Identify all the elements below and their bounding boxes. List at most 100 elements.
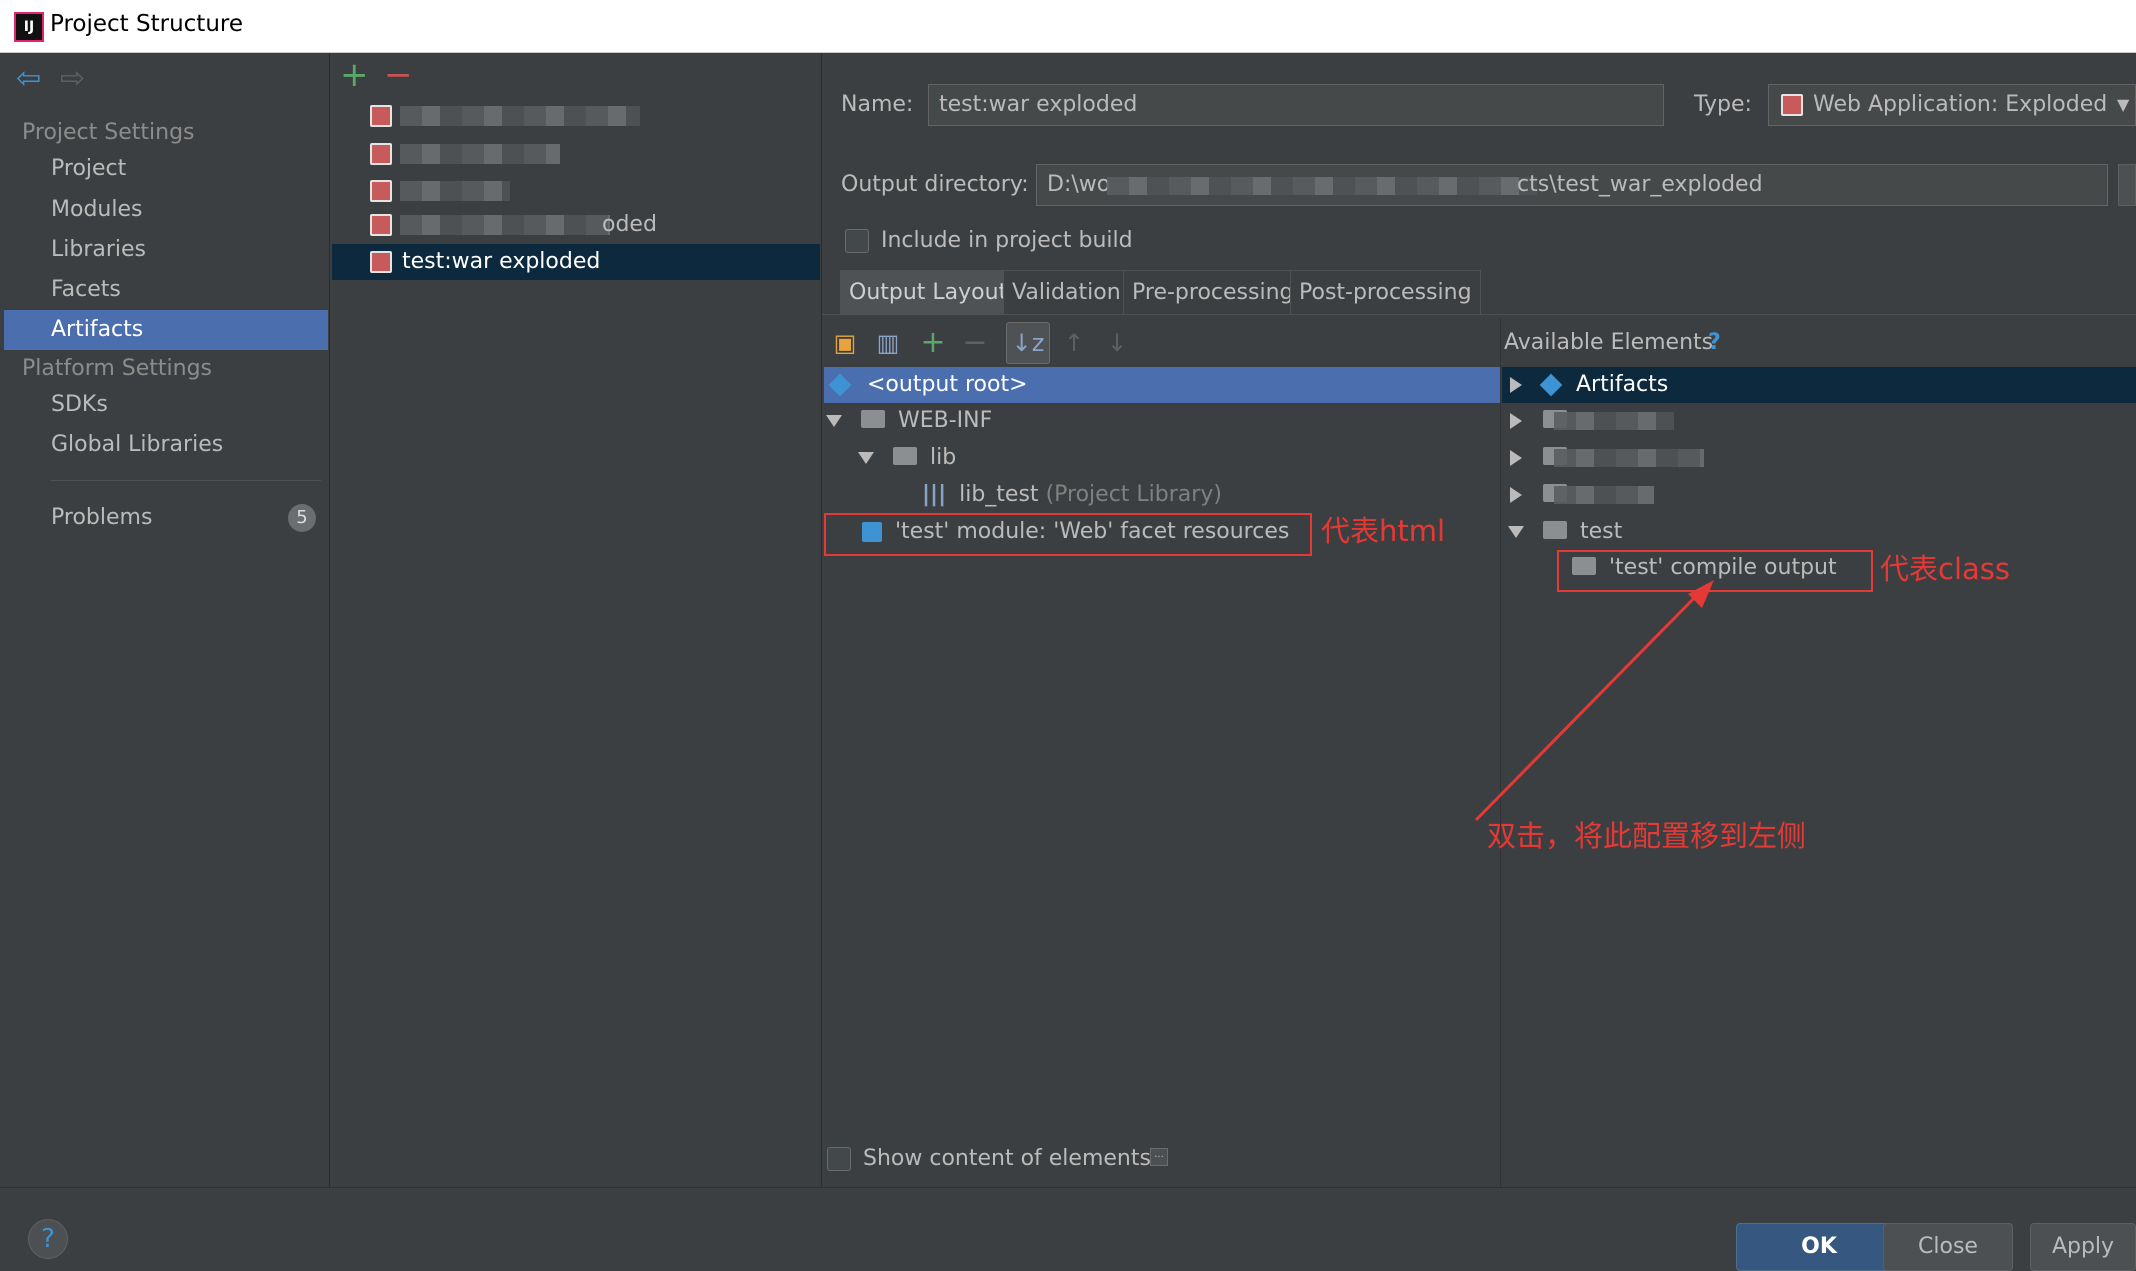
highlight-box-facet — [824, 513, 1312, 556]
expand-arrow-icon[interactable] — [826, 415, 842, 427]
artifact-name: test:war exploded — [402, 249, 601, 274]
nav-item-problems[interactable]: Problems — [0, 498, 328, 538]
intellij-app-icon: IJ — [14, 12, 44, 42]
library-icon: ||| — [922, 482, 947, 507]
annotation-class: 代表class — [1880, 552, 2010, 586]
tree-available-test[interactable]: test — [1508, 514, 1808, 550]
expand-arrow-icon[interactable] — [1510, 450, 1522, 466]
redacted-module-name — [1554, 449, 1704, 467]
redacted-artifact-name — [400, 215, 610, 235]
redacted-artifact-name — [400, 144, 560, 164]
redacted-artifact-name — [400, 181, 510, 201]
available-elements-header: Available Elements — [1504, 330, 1714, 355]
browse-directory-button[interactable] — [2118, 164, 2136, 206]
nav-item-project[interactable]: Project — [0, 149, 328, 189]
show-content-options-button[interactable]: ... — [1150, 1148, 1168, 1166]
project-settings-header: Project Settings — [22, 120, 195, 145]
redacted-artifact-name — [400, 106, 640, 126]
output-directory-input[interactable]: D:\wo cts\test_war_exploded — [1036, 164, 2108, 206]
artifact-item[interactable]: oded — [332, 207, 820, 243]
nav-item-modules[interactable]: Modules — [0, 190, 328, 230]
help-icon[interactable]: ? — [1708, 330, 1721, 355]
include-in-build-checkbox[interactable] — [845, 229, 869, 253]
artifact-icon — [370, 143, 392, 165]
tree-web-inf[interactable]: WEB-INF — [826, 403, 1501, 439]
web-app-icon — [1781, 94, 1803, 116]
name-input[interactable]: test:war exploded — [928, 84, 1664, 126]
redacted-module-name — [1554, 486, 1654, 504]
problems-count-badge: 5 — [288, 504, 316, 532]
nav-item-libraries[interactable]: Libraries — [0, 230, 328, 270]
nav-item-global-libraries[interactable]: Global Libraries — [0, 425, 328, 465]
name-label: Name: — [841, 92, 914, 117]
move-down-icon[interactable]: ↓ — [1104, 330, 1130, 356]
move-up-icon[interactable]: ↑ — [1061, 330, 1087, 356]
annotation-arrow — [1474, 580, 1714, 822]
tabs-divider — [822, 314, 2136, 315]
expand-arrow-icon[interactable] — [1508, 526, 1524, 538]
platform-settings-header: Platform Settings — [22, 356, 213, 381]
tab-post-processing[interactable]: Post-processing — [1290, 270, 1481, 314]
chevron-down-icon: ▼ — [2117, 95, 2130, 114]
type-dropdown[interactable]: Web Application: Exploded ▼ — [1768, 84, 2136, 126]
artifact-item[interactable] — [332, 173, 820, 209]
show-content-label: Show content of elements — [863, 1146, 1151, 1171]
tab-pre-processing[interactable]: Pre-processing — [1123, 270, 1303, 314]
annotation-double-click: 双击，将此配置移到左侧 — [1487, 819, 1807, 853]
artifact-item[interactable] — [332, 98, 820, 134]
artifact-item[interactable] — [332, 136, 820, 172]
tab-output-layout[interactable]: Output Layout — [840, 270, 1017, 314]
artifact-icon — [370, 180, 392, 202]
artifacts-label: Artifacts — [1576, 372, 1669, 397]
tree-available-module[interactable] — [1510, 477, 1810, 513]
sort-elements-icon[interactable]: ↓z — [1006, 322, 1050, 364]
tree-available-artifacts[interactable]: Artifacts — [1502, 367, 2136, 403]
create-directory-icon[interactable]: ▣ — [832, 330, 858, 356]
lib-test-label: lib_test — [959, 482, 1039, 507]
create-archive-icon[interactable]: ▥ — [875, 330, 901, 356]
window-title: Project Structure — [50, 11, 243, 37]
expand-arrow-icon[interactable] — [1510, 487, 1522, 503]
folder-icon — [861, 410, 885, 428]
tab-validation[interactable]: Validation — [1003, 270, 1130, 314]
expand-arrow-icon[interactable] — [1510, 413, 1522, 429]
output-directory-prefix: D:\wo — [1047, 172, 1111, 197]
artifact-root-icon — [828, 373, 852, 397]
close-button[interactable]: Close — [1883, 1223, 2013, 1271]
test-module-label: test — [1580, 519, 1623, 544]
nav-item-facets[interactable]: Facets — [0, 270, 328, 310]
artifact-icon — [370, 214, 392, 236]
tree-available-module[interactable] — [1510, 440, 1810, 476]
output-directory-label: Output directory: — [841, 172, 1029, 197]
forward-arrow-icon[interactable]: ⇨ — [60, 64, 85, 94]
nav-item-sdks[interactable]: SDKs — [0, 385, 328, 425]
add-artifact-button[interactable]: + — [340, 58, 369, 92]
tree-lib[interactable]: lib — [858, 440, 1501, 476]
output-root-label: <output root> — [867, 372, 1028, 397]
tree-output-root[interactable]: <output root> — [824, 367, 1501, 403]
remove-artifact-button[interactable]: − — [384, 58, 413, 92]
artifact-icon — [370, 105, 392, 127]
expand-arrow-icon[interactable] — [1510, 377, 1522, 393]
artifact-item-selected[interactable]: test:war exploded — [332, 244, 820, 280]
remove-element-icon[interactable]: − — [962, 328, 988, 358]
title-bar: IJ Project Structure — [0, 0, 2136, 53]
redacted-path — [1107, 177, 1537, 195]
expand-arrow-icon[interactable] — [858, 452, 874, 464]
annotation-html: 代表html — [1321, 514, 1446, 548]
apply-button[interactable]: Apply — [2030, 1223, 2136, 1271]
type-label: Type: — [1694, 92, 1752, 117]
nav-divider — [51, 480, 321, 481]
dialog-help-icon[interactable]: ? — [28, 1219, 68, 1259]
add-element-icon[interactable]: + — [920, 328, 946, 358]
ok-button[interactable]: OK — [1736, 1223, 1902, 1271]
module-folder-icon — [1543, 521, 1567, 539]
lib-label: lib — [930, 445, 957, 470]
back-arrow-icon[interactable]: ⇦ — [16, 64, 41, 94]
tree-available-module[interactable] — [1510, 403, 1810, 439]
artifact-icon — [370, 251, 392, 273]
artifact-root-icon — [1539, 373, 1563, 397]
show-content-checkbox[interactable] — [827, 1147, 851, 1171]
nav-item-artifacts[interactable]: Artifacts — [4, 310, 328, 350]
web-inf-label: WEB-INF — [898, 408, 993, 433]
